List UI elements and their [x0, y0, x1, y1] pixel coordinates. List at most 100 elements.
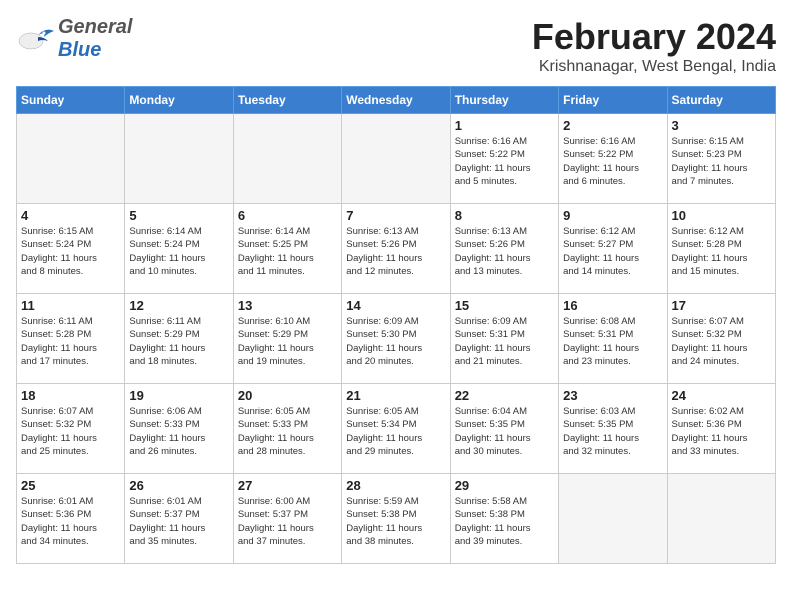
title-block: February 2024 Krishnanagar, West Bengal,…	[532, 16, 776, 76]
calendar-cell: 24Sunrise: 6:02 AMSunset: 5:36 PMDayligh…	[667, 384, 775, 474]
calendar-week-row: 4 Sunrise: 6:15 AMSunset: 5:24 PMDaylight…	[17, 204, 776, 294]
cell-info: Sunrise: 6:12 AMSunset: 5:28 PMDaylight:…	[672, 225, 771, 278]
location: Krishnanagar, West Bengal, India	[532, 58, 776, 76]
logo-blue-text: Blue	[58, 39, 101, 61]
logo: General Blue	[16, 16, 132, 62]
cell-info: Sunrise: 6:13 AMSunset: 5:26 PMDaylight:…	[346, 225, 445, 278]
day-number: 17	[672, 298, 771, 313]
calendar-week-row: 25 Sunrise: 6:01 AMSunset: 5:36 PMDayligh…	[17, 474, 776, 564]
day-number: 2	[563, 118, 662, 133]
calendar-cell: 26 Sunrise: 6:01 AMSunset: 5:37 PMDayligh…	[125, 474, 233, 564]
calendar-cell: 18 Sunrise: 6:07 AMSunset: 5:32 PMDayligh…	[17, 384, 125, 474]
day-number: 6	[238, 208, 337, 223]
day-number: 11	[21, 298, 120, 313]
logo-bird-icon	[18, 23, 56, 55]
calendar-cell: 21 Sunrise: 6:05 AMSunset: 5:34 PMDayligh…	[342, 384, 450, 474]
cell-info: Sunrise: 6:14 AMSunset: 5:25 PMDaylight:…	[238, 225, 337, 278]
day-number: 18	[21, 388, 120, 403]
cell-info: Sunrise: 6:10 AMSunset: 5:29 PMDaylight:…	[238, 315, 337, 368]
day-number: 10	[672, 208, 771, 223]
day-number: 3	[672, 118, 771, 133]
day-number: 4	[21, 208, 120, 223]
calendar-cell: 22 Sunrise: 6:04 AMSunset: 5:35 PMDayligh…	[450, 384, 558, 474]
calendar-table: Sunday Monday Tuesday Wednesday Thursday…	[16, 86, 776, 564]
cell-info: Sunrise: 5:59 AMSunset: 5:38 PMDaylight:…	[346, 495, 445, 548]
cell-info: Sunrise: 6:07 AMSunset: 5:32 PMDaylight:…	[21, 405, 120, 458]
col-thursday: Thursday	[450, 87, 558, 114]
month-title: February 2024	[532, 16, 776, 58]
cell-info: Sunrise: 5:58 AMSunset: 5:38 PMDaylight:…	[455, 495, 554, 548]
day-number: 21	[346, 388, 445, 403]
day-number: 29	[455, 478, 554, 493]
col-wednesday: Wednesday	[342, 87, 450, 114]
calendar-week-row: 1 Sunrise: 6:16 AMSunset: 5:22 PMDaylight…	[17, 114, 776, 204]
calendar-week-row: 11Sunrise: 6:11 AMSunset: 5:28 PMDayligh…	[17, 294, 776, 384]
calendar-cell: 1 Sunrise: 6:16 AMSunset: 5:22 PMDaylight…	[450, 114, 558, 204]
cell-info: Sunrise: 6:02 AMSunset: 5:36 PMDaylight:…	[672, 405, 771, 458]
calendar-cell: 13 Sunrise: 6:10 AMSunset: 5:29 PMDayligh…	[233, 294, 341, 384]
col-saturday: Saturday	[667, 87, 775, 114]
cell-info: Sunrise: 6:05 AMSunset: 5:34 PMDaylight:…	[346, 405, 445, 458]
cell-info: Sunrise: 6:01 AMSunset: 5:36 PMDaylight:…	[21, 495, 120, 548]
cell-info: Sunrise: 6:15 AMSunset: 5:23 PMDaylight:…	[672, 135, 771, 188]
day-number: 5	[129, 208, 228, 223]
calendar-cell: 25 Sunrise: 6:01 AMSunset: 5:36 PMDayligh…	[17, 474, 125, 564]
cell-info: Sunrise: 6:11 AMSunset: 5:29 PMDaylight:…	[129, 315, 228, 368]
calendar-cell: 20Sunrise: 6:05 AMSunset: 5:33 PMDayligh…	[233, 384, 341, 474]
calendar-cell: 27 Sunrise: 6:00 AMSunset: 5:37 PMDayligh…	[233, 474, 341, 564]
cell-info: Sunrise: 6:04 AMSunset: 5:35 PMDaylight:…	[455, 405, 554, 458]
day-number: 27	[238, 478, 337, 493]
calendar-cell: 4 Sunrise: 6:15 AMSunset: 5:24 PMDaylight…	[17, 204, 125, 294]
calendar-cell: 14Sunrise: 6:09 AMSunset: 5:30 PMDayligh…	[342, 294, 450, 384]
calendar-cell: 11Sunrise: 6:11 AMSunset: 5:28 PMDayligh…	[17, 294, 125, 384]
calendar-header-row: Sunday Monday Tuesday Wednesday Thursday…	[17, 87, 776, 114]
calendar-cell: 9 Sunrise: 6:12 AMSunset: 5:27 PMDaylight…	[559, 204, 667, 294]
page-header: General Blue February 2024 Krishnanagar,…	[16, 16, 776, 76]
calendar-cell: 3 Sunrise: 6:15 AMSunset: 5:23 PMDaylight…	[667, 114, 775, 204]
calendar-cell	[342, 114, 450, 204]
calendar-cell	[667, 474, 775, 564]
calendar-cell: 8 Sunrise: 6:13 AMSunset: 5:26 PMDaylight…	[450, 204, 558, 294]
cell-info: Sunrise: 6:16 AMSunset: 5:22 PMDaylight:…	[563, 135, 662, 188]
day-number: 9	[563, 208, 662, 223]
calendar-cell: 19Sunrise: 6:06 AMSunset: 5:33 PMDayligh…	[125, 384, 233, 474]
calendar-cell: 7Sunrise: 6:13 AMSunset: 5:26 PMDaylight…	[342, 204, 450, 294]
cell-info: Sunrise: 6:09 AMSunset: 5:30 PMDaylight:…	[346, 315, 445, 368]
day-number: 13	[238, 298, 337, 313]
cell-info: Sunrise: 6:08 AMSunset: 5:31 PMDaylight:…	[563, 315, 662, 368]
cell-info: Sunrise: 6:12 AMSunset: 5:27 PMDaylight:…	[563, 225, 662, 278]
calendar-cell: 28 Sunrise: 5:59 AMSunset: 5:38 PMDayligh…	[342, 474, 450, 564]
day-number: 25	[21, 478, 120, 493]
cell-info: Sunrise: 6:00 AMSunset: 5:37 PMDaylight:…	[238, 495, 337, 548]
calendar-cell: 16 Sunrise: 6:08 AMSunset: 5:31 PMDayligh…	[559, 294, 667, 384]
cell-info: Sunrise: 6:01 AMSunset: 5:37 PMDaylight:…	[129, 495, 228, 548]
calendar-cell: 2 Sunrise: 6:16 AMSunset: 5:22 PMDaylight…	[559, 114, 667, 204]
cell-info: Sunrise: 6:05 AMSunset: 5:33 PMDaylight:…	[238, 405, 337, 458]
calendar-cell: 12Sunrise: 6:11 AMSunset: 5:29 PMDayligh…	[125, 294, 233, 384]
cell-info: Sunrise: 6:15 AMSunset: 5:24 PMDaylight:…	[21, 225, 120, 278]
cell-info: Sunrise: 6:13 AMSunset: 5:26 PMDaylight:…	[455, 225, 554, 278]
calendar-cell: 29 Sunrise: 5:58 AMSunset: 5:38 PMDayligh…	[450, 474, 558, 564]
day-number: 22	[455, 388, 554, 403]
cell-info: Sunrise: 6:16 AMSunset: 5:22 PMDaylight:…	[455, 135, 554, 188]
calendar-cell: 5 Sunrise: 6:14 AMSunset: 5:24 PMDaylight…	[125, 204, 233, 294]
calendar-cell: 10 Sunrise: 6:12 AMSunset: 5:28 PMDayligh…	[667, 204, 775, 294]
cell-info: Sunrise: 6:03 AMSunset: 5:35 PMDaylight:…	[563, 405, 662, 458]
day-number: 28	[346, 478, 445, 493]
calendar-cell	[125, 114, 233, 204]
calendar-cell: 17Sunrise: 6:07 AMSunset: 5:32 PMDayligh…	[667, 294, 775, 384]
calendar-cell: 15Sunrise: 6:09 AMSunset: 5:31 PMDayligh…	[450, 294, 558, 384]
calendar-cell: 23Sunrise: 6:03 AMSunset: 5:35 PMDayligh…	[559, 384, 667, 474]
col-friday: Friday	[559, 87, 667, 114]
calendar-cell	[559, 474, 667, 564]
day-number: 16	[563, 298, 662, 313]
calendar-cell	[233, 114, 341, 204]
calendar-week-row: 18 Sunrise: 6:07 AMSunset: 5:32 PMDayligh…	[17, 384, 776, 474]
cell-info: Sunrise: 6:14 AMSunset: 5:24 PMDaylight:…	[129, 225, 228, 278]
calendar-cell	[17, 114, 125, 204]
day-number: 1	[455, 118, 554, 133]
col-monday: Monday	[125, 87, 233, 114]
day-number: 19	[129, 388, 228, 403]
day-number: 26	[129, 478, 228, 493]
day-number: 8	[455, 208, 554, 223]
